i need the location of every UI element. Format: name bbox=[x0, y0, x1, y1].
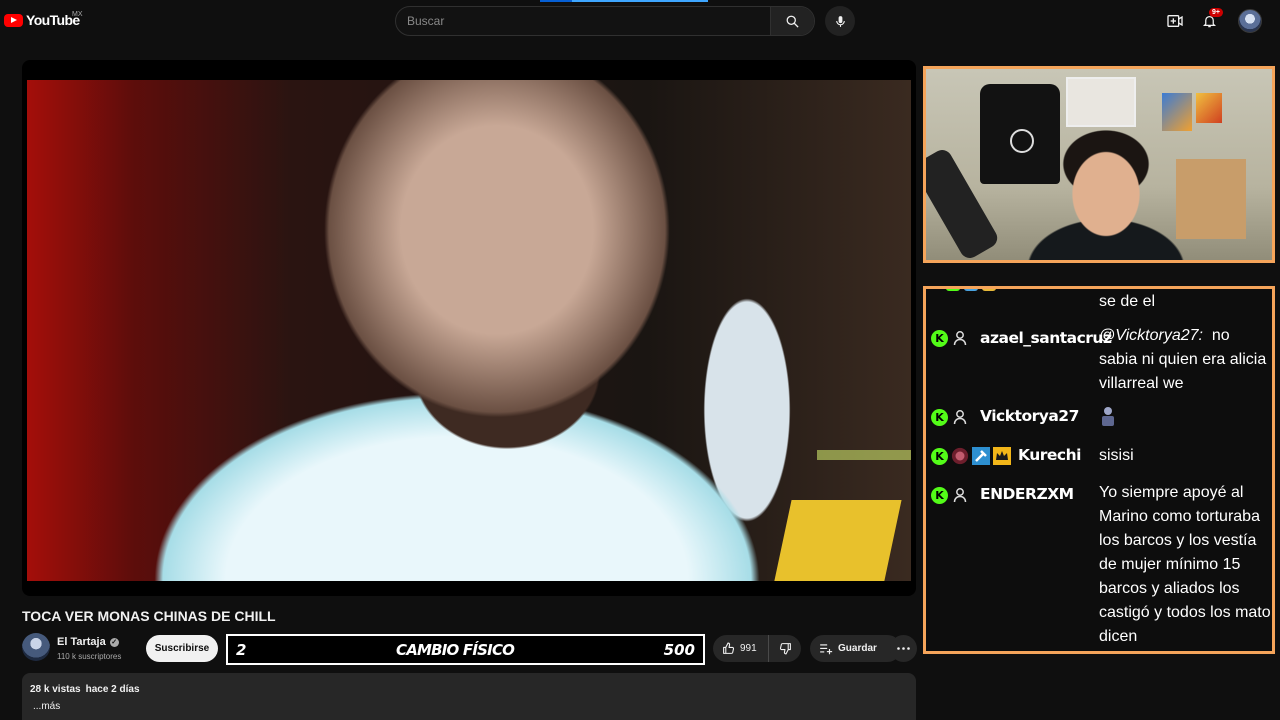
chat-badges: K bbox=[931, 329, 969, 347]
streamer-webcam bbox=[923, 66, 1275, 263]
kick-badge-icon: K bbox=[931, 329, 948, 347]
chat-username[interactable]: ENDERZXM bbox=[980, 485, 1074, 503]
chat-badges: K bbox=[931, 408, 969, 426]
video-yellow-object bbox=[772, 500, 902, 581]
kick-badge-icon: K bbox=[931, 447, 948, 465]
search-box bbox=[395, 6, 815, 36]
country-code: MX bbox=[72, 11, 83, 18]
user-icon bbox=[951, 329, 969, 347]
webcam-poster-small bbox=[1196, 93, 1222, 123]
show-more-link[interactable]: ...más bbox=[33, 701, 908, 712]
chat-emote-icon bbox=[1099, 405, 1117, 427]
chat-message: @Vicktorya27: no sabia ni quien era alic… bbox=[1099, 324, 1271, 396]
video-title: TOCA VER MONAS CHINAS DE CHILL bbox=[22, 608, 276, 624]
notifications-button[interactable]: 9+ bbox=[1198, 8, 1223, 32]
thumbs-up-icon bbox=[723, 642, 735, 654]
chat-username[interactable]: Vicktorya27 bbox=[980, 407, 1079, 425]
user-icon bbox=[951, 408, 969, 426]
youtube-logo[interactable]: YouTube MX bbox=[4, 11, 83, 28]
search-input[interactable] bbox=[396, 7, 770, 35]
view-stats: 28 k vistas hace 2 días bbox=[30, 684, 908, 695]
chat-mention[interactable]: @Vicktorya27: bbox=[1099, 327, 1203, 344]
like-button[interactable]: 991 bbox=[713, 635, 769, 662]
webcam-shelf bbox=[1066, 77, 1136, 127]
like-count: 991 bbox=[740, 643, 757, 654]
save-button[interactable]: Guardar bbox=[810, 635, 901, 662]
user-icon bbox=[951, 486, 969, 504]
create-button[interactable] bbox=[1164, 10, 1186, 32]
playlist-add-icon bbox=[820, 643, 833, 654]
channel-name-row[interactable]: El Tartaja ✓ bbox=[57, 636, 119, 648]
video-background-lights bbox=[817, 450, 911, 460]
save-label: Guardar bbox=[838, 643, 877, 654]
avatar-badge-icon bbox=[951, 447, 969, 465]
voice-search-button[interactable] bbox=[825, 6, 855, 36]
upload-age: hace 2 días bbox=[85, 684, 140, 695]
video-player[interactable] bbox=[22, 60, 916, 596]
create-video-icon bbox=[1167, 15, 1183, 27]
chat-badges: K bbox=[931, 447, 1011, 465]
view-count: 28 k vistas bbox=[30, 684, 81, 695]
search-button[interactable] bbox=[770, 7, 814, 35]
chat-message-text: sisisi bbox=[1099, 447, 1134, 464]
more-horizontal-icon bbox=[897, 647, 910, 650]
kick-badge-icon: K bbox=[931, 408, 948, 426]
channel-avatar[interactable] bbox=[22, 633, 50, 661]
chat-panel: se de el K azael_santacruz @Vicktorya27:… bbox=[923, 286, 1275, 654]
kick-badge-icon: K bbox=[931, 486, 948, 504]
chat-username[interactable]: azael_santacruz bbox=[980, 329, 1112, 347]
chat-message-text: Yo siempre apoyé al Marino como torturab… bbox=[1099, 484, 1271, 645]
dislike-button[interactable] bbox=[769, 635, 801, 662]
search-icon bbox=[786, 15, 799, 28]
hammer-badge-icon bbox=[972, 447, 990, 465]
top-bar: YouTube MX 9+ bbox=[0, 0, 1280, 42]
video-frame bbox=[27, 80, 911, 581]
notification-count-badge: 9+ bbox=[1209, 8, 1223, 17]
page-loading-bar bbox=[540, 0, 708, 2]
like-dislike-group: 991 bbox=[713, 635, 801, 662]
overlay-right-number: 500 bbox=[663, 640, 695, 659]
overlay-title: CAMBIO FÍSICO bbox=[396, 640, 515, 659]
account-avatar[interactable] bbox=[1238, 9, 1262, 33]
chat-partial-badges bbox=[946, 289, 1016, 291]
overlay-left-number: 2 bbox=[236, 640, 247, 659]
chat-username[interactable]: Kurechi bbox=[1018, 446, 1081, 464]
webcam-poster bbox=[1162, 93, 1192, 131]
description-box[interactable]: 28 k vistas hace 2 días ...más bbox=[22, 673, 916, 720]
webcam-hanging-jersey bbox=[980, 84, 1060, 184]
webcam-cabinet bbox=[1176, 159, 1246, 239]
screen: YouTube MX 9+ TOCA VER MONAS CHINAS D bbox=[0, 0, 1280, 720]
verified-check-icon: ✓ bbox=[109, 637, 119, 647]
stream-overlay-banner: 2 CAMBIO FÍSICO 500 bbox=[226, 634, 705, 665]
youtube-play-icon bbox=[4, 13, 23, 27]
chat-badges: K bbox=[931, 486, 969, 504]
subscribe-button[interactable]: Suscribirse bbox=[146, 635, 218, 662]
crown-badge-icon bbox=[993, 447, 1011, 465]
microphone-icon bbox=[835, 15, 845, 27]
channel-name[interactable]: El Tartaja bbox=[57, 636, 106, 648]
subscriber-count: 110 k suscriptores bbox=[57, 652, 122, 661]
thumbs-down-icon bbox=[779, 643, 791, 655]
chat-message-text: se de el bbox=[1099, 293, 1156, 310]
more-actions-button[interactable] bbox=[890, 635, 917, 662]
